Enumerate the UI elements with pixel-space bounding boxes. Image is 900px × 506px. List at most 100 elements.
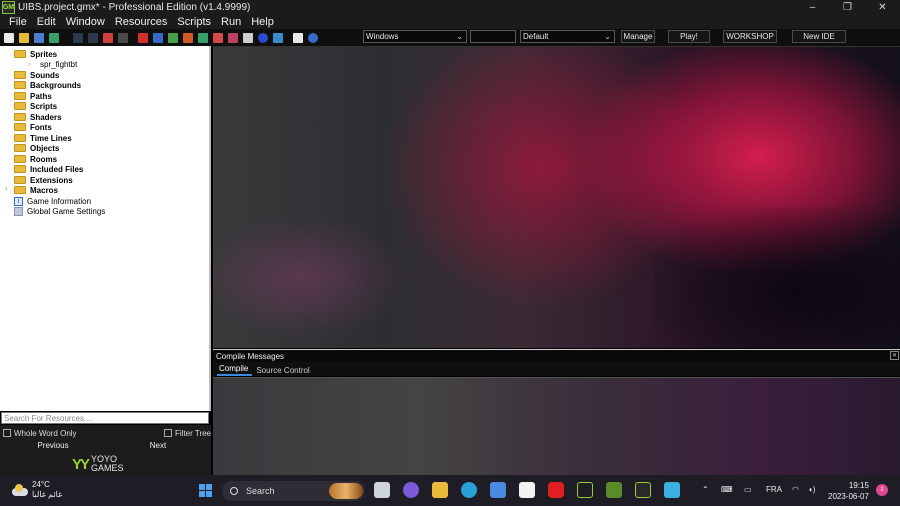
- tree-item-objects[interactable]: Objects: [14, 143, 59, 153]
- tree-item-fonts[interactable]: Fonts: [14, 122, 52, 132]
- close-icon[interactable]: ✕: [890, 351, 899, 360]
- menu-file[interactable]: File: [9, 16, 27, 28]
- menu-edit[interactable]: Edit: [37, 16, 56, 28]
- tree-item-macros[interactable]: Macros: [14, 185, 58, 195]
- compile-tabs: Compile Source Control: [213, 362, 900, 376]
- sprite-file-icon: ▫: [28, 60, 31, 69]
- open-folder-icon[interactable]: [19, 32, 29, 43]
- tree-item-timelines[interactable]: Time Lines: [14, 133, 72, 143]
- tree-item-included-files[interactable]: Included Files: [14, 164, 83, 174]
- tree-item-game-information[interactable]: i Game Information: [14, 196, 91, 206]
- gamemaker-taskbar-icon[interactable]: [577, 482, 593, 498]
- tree-item-shaders[interactable]: Shaders: [14, 112, 62, 122]
- debug-icon[interactable]: [88, 32, 98, 43]
- app-icon[interactable]: [664, 482, 680, 498]
- menu-resources[interactable]: Resources: [115, 16, 168, 28]
- yoyo-games-logo: YY YOYO GAMES: [72, 455, 124, 473]
- checkbox-box: [3, 429, 11, 437]
- tree-item-backgrounds[interactable]: Backgrounds: [14, 80, 81, 90]
- filter-tree-checkbox[interactable]: Filter Tree: [164, 428, 211, 438]
- chat-icon[interactable]: [403, 482, 419, 498]
- script-icon[interactable]: [198, 32, 208, 43]
- display-icon[interactable]: ▭: [744, 485, 752, 494]
- clean-icon[interactable]: [118, 32, 128, 43]
- taskbar-search[interactable]: Search: [222, 481, 365, 501]
- close-button[interactable]: ✕: [865, 0, 900, 15]
- sprite-icon[interactable]: [138, 32, 148, 43]
- menu-bar: File Edit Window Resources Scripts Run H…: [0, 15, 900, 29]
- folder-icon: [14, 186, 26, 194]
- task-view-icon[interactable]: [374, 482, 390, 498]
- config-select[interactable]: Default ⌄: [520, 30, 615, 43]
- folder-icon: [14, 155, 26, 163]
- tab-compile[interactable]: Compile: [217, 364, 253, 376]
- keyboard-icon[interactable]: ⌨: [721, 485, 733, 494]
- sound-icon[interactable]: [153, 32, 163, 43]
- background-icon[interactable]: [168, 32, 178, 43]
- whole-word-checkbox[interactable]: Whole Word Only: [3, 428, 77, 438]
- menu-run[interactable]: Run: [221, 16, 241, 28]
- minecraft-icon[interactable]: [606, 482, 622, 498]
- tree-item-sounds[interactable]: Sounds: [14, 70, 59, 80]
- folder-icon: [14, 165, 26, 173]
- file-explorer-icon[interactable]: [432, 482, 448, 498]
- menu-window[interactable]: Window: [66, 16, 105, 28]
- folder-icon: [14, 71, 26, 79]
- main-workspace[interactable]: [213, 46, 900, 349]
- store-icon[interactable]: [490, 482, 506, 498]
- target-blank-select[interactable]: [470, 30, 516, 43]
- play-button[interactable]: Play!: [668, 30, 710, 43]
- shader-icon[interactable]: [213, 32, 223, 43]
- edge-icon[interactable]: [461, 482, 477, 498]
- tree-item-rooms[interactable]: Rooms: [14, 154, 57, 164]
- tree-item-scripts[interactable]: Scripts: [14, 101, 57, 111]
- stop-icon[interactable]: [103, 32, 113, 43]
- new-ide-button[interactable]: New IDE: [792, 30, 846, 43]
- clock[interactable]: 19:15 2023-06-07: [828, 480, 869, 502]
- manage-button[interactable]: Manage: [621, 30, 655, 43]
- tree-item-extensions[interactable]: Extensions: [14, 175, 73, 185]
- target-select[interactable]: Windows ⌄: [363, 30, 467, 43]
- gamemaker-active-icon[interactable]: [635, 482, 651, 498]
- volume-icon[interactable]: ◖): [808, 485, 816, 494]
- wikipedia-icon[interactable]: [519, 482, 535, 498]
- next-button[interactable]: Next: [106, 439, 210, 451]
- tree-item-sprites[interactable]: Sprites: [14, 49, 57, 59]
- notification-badge[interactable]: 2: [876, 484, 888, 496]
- windows-start-icon[interactable]: [199, 484, 212, 497]
- chevron-down-icon: ⌄: [604, 32, 611, 41]
- tab-source-control[interactable]: Source Control: [254, 366, 313, 376]
- maximize-button[interactable]: ❐: [830, 0, 865, 15]
- list-icon[interactable]: [293, 32, 303, 43]
- minimize-button[interactable]: –: [795, 0, 830, 15]
- chevron-up-icon[interactable]: ⌃: [702, 485, 709, 494]
- new-file-icon[interactable]: [4, 32, 14, 43]
- resource-search-input[interactable]: Search For Resources....: [1, 412, 209, 424]
- tree-item-global-game-settings[interactable]: Global Game Settings: [14, 206, 105, 216]
- room-icon[interactable]: [273, 32, 283, 43]
- timeline-icon[interactable]: [243, 32, 253, 43]
- time: 19:15: [848, 481, 869, 490]
- weather-widget[interactable]: 24°C غائم غالبا: [12, 480, 62, 500]
- workshop-button[interactable]: WORKSHOP: [723, 30, 777, 43]
- wifi-icon[interactable]: ◠: [792, 485, 799, 494]
- config-select-value: Default: [523, 32, 549, 41]
- chevron-right-icon[interactable]: ›: [5, 186, 7, 193]
- tree-item-paths[interactable]: Paths: [14, 91, 52, 101]
- folder-icon: [14, 176, 26, 184]
- menu-scripts[interactable]: Scripts: [177, 16, 211, 28]
- path-icon[interactable]: [183, 32, 193, 43]
- save-icon[interactable]: [34, 32, 44, 43]
- menu-help[interactable]: Help: [251, 16, 274, 28]
- object-icon[interactable]: [258, 32, 268, 43]
- previous-button[interactable]: Previous: [0, 439, 106, 451]
- help-icon[interactable]: [308, 32, 318, 43]
- title-bar: GM UIBS.project.gmx* - Professional Edit…: [0, 0, 900, 15]
- font-icon[interactable]: [228, 32, 238, 43]
- run-icon[interactable]: [73, 32, 83, 43]
- tree-item-sprite[interactable]: ▫ spr_fightbt: [28, 59, 77, 70]
- language-indicator[interactable]: FRA: [766, 485, 782, 494]
- target-select-value: Windows: [366, 32, 399, 41]
- export-icon[interactable]: [49, 32, 59, 43]
- youtube-icon[interactable]: [548, 482, 564, 498]
